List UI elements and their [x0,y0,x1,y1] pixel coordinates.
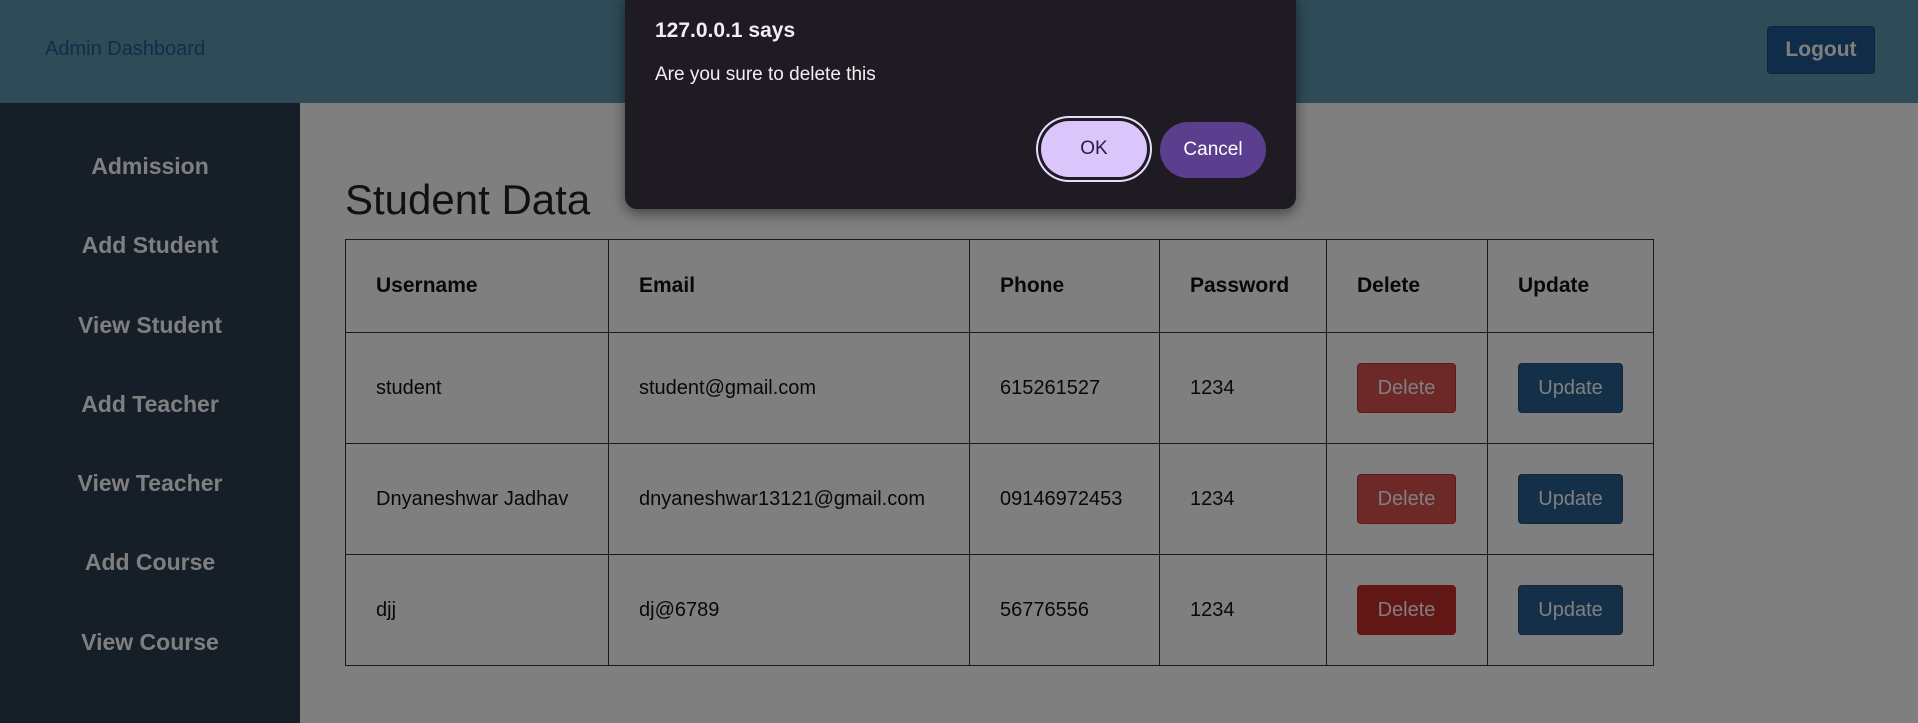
cancel-button[interactable]: Cancel [1160,122,1266,178]
dialog-title: 127.0.0.1 says [655,19,796,42]
confirm-dialog: 127.0.0.1 says Are you sure to delete th… [625,0,1296,209]
page: Admin Dashboard Logout Admission Add Stu… [0,0,1918,723]
dialog-message: Are you sure to delete this [655,64,876,85]
ok-button[interactable]: OK [1041,121,1147,177]
